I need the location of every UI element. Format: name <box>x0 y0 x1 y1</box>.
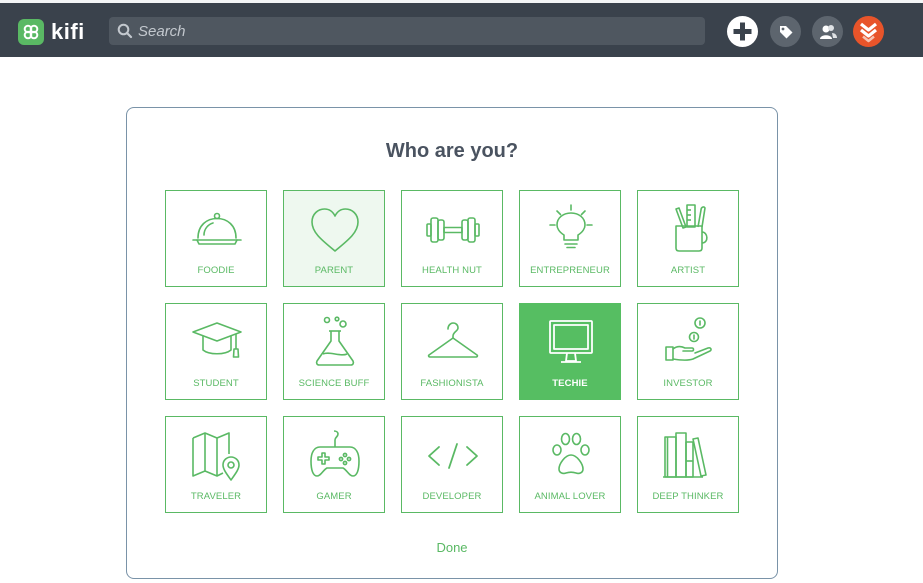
flask-icon <box>315 316 355 366</box>
kifi-logo[interactable]: kifi <box>18 19 85 45</box>
tile-techie[interactable]: TECHIE <box>519 303 621 400</box>
tile-science-buff[interactable]: SCIENCE BUFF <box>283 303 385 400</box>
tile-label: DEVELOPER <box>422 491 482 502</box>
search-input[interactable] <box>138 22 678 40</box>
map-pin-icon <box>192 432 240 481</box>
tile-fashionista[interactable]: FASHIONISTA <box>401 303 503 400</box>
search-bar[interactable] <box>109 17 705 45</box>
tile-label: DEEP THINKER <box>652 491 724 502</box>
heart-icon <box>311 208 359 252</box>
avatar-image <box>860 22 877 43</box>
art-supplies-icon <box>675 204 708 252</box>
tag-icon <box>779 25 792 38</box>
tile-label: TECHIE <box>552 378 588 389</box>
logo-text: kifi <box>51 19 85 44</box>
dumbbell-icon <box>426 217 480 243</box>
plus-icon <box>733 22 752 41</box>
search-icon <box>117 23 133 39</box>
graduation-cap-icon <box>192 322 242 358</box>
hanger-icon <box>427 322 479 358</box>
persona-picker-card: Who are you? FOODIE PARENT HEALTH NUT EN… <box>126 107 778 579</box>
clover-logo-icon <box>18 19 44 45</box>
tile-label: FASHIONISTA <box>420 378 484 389</box>
tile-investor[interactable]: INVESTOR <box>637 303 739 400</box>
monitor-icon <box>549 320 593 363</box>
paw-icon <box>552 432 590 475</box>
tile-label: ENTREPRENEUR <box>530 265 610 276</box>
tile-animal-lover[interactable]: ANIMAL LOVER <box>519 416 621 513</box>
top-navigation-bar: kifi <box>0 0 923 57</box>
tile-entrepreneur[interactable]: ENTREPRENEUR <box>519 190 621 287</box>
code-icon <box>428 443 478 469</box>
hand-coins-icon <box>665 317 712 361</box>
books-icon <box>663 432 707 478</box>
card-title: Who are you? <box>385 140 519 162</box>
tile-traveler[interactable]: TRAVELER <box>165 416 267 513</box>
done-button[interactable]: Done <box>127 540 777 555</box>
tile-label: HEALTH NUT <box>422 265 482 276</box>
tile-label: GAMER <box>316 491 352 502</box>
tile-label: ANIMAL LOVER <box>534 491 606 502</box>
friends-icon <box>819 24 837 39</box>
tile-label: FOODIE <box>197 265 235 276</box>
tile-artist[interactable]: ARTIST <box>637 190 739 287</box>
tile-parent[interactable]: PARENT <box>283 190 385 287</box>
tile-gamer[interactable]: GAMER <box>283 416 385 513</box>
lightbulb-icon <box>549 204 593 249</box>
gamepad-icon <box>310 430 360 477</box>
tile-health-nut[interactable]: HEALTH NUT <box>401 190 503 287</box>
tile-student[interactable]: STUDENT <box>165 303 267 400</box>
tile-label: TRAVELER <box>190 491 242 502</box>
tile-foodie[interactable]: FOODIE <box>165 190 267 287</box>
tile-label: SCIENCE BUFF <box>298 378 370 389</box>
tile-label: ARTIST <box>670 265 706 276</box>
tile-label: PARENT <box>314 265 354 276</box>
tags-button[interactable] <box>770 16 801 47</box>
food-cloche-icon <box>192 212 242 245</box>
tile-developer[interactable]: DEVELOPER <box>401 416 503 513</box>
tile-deep-thinker[interactable]: DEEP THINKER <box>637 416 739 513</box>
friends-button[interactable] <box>812 16 843 47</box>
add-keep-button[interactable] <box>727 16 758 47</box>
user-avatar[interactable] <box>853 16 884 47</box>
tile-label: INVESTOR <box>663 378 713 389</box>
tile-label: STUDENT <box>193 378 239 389</box>
